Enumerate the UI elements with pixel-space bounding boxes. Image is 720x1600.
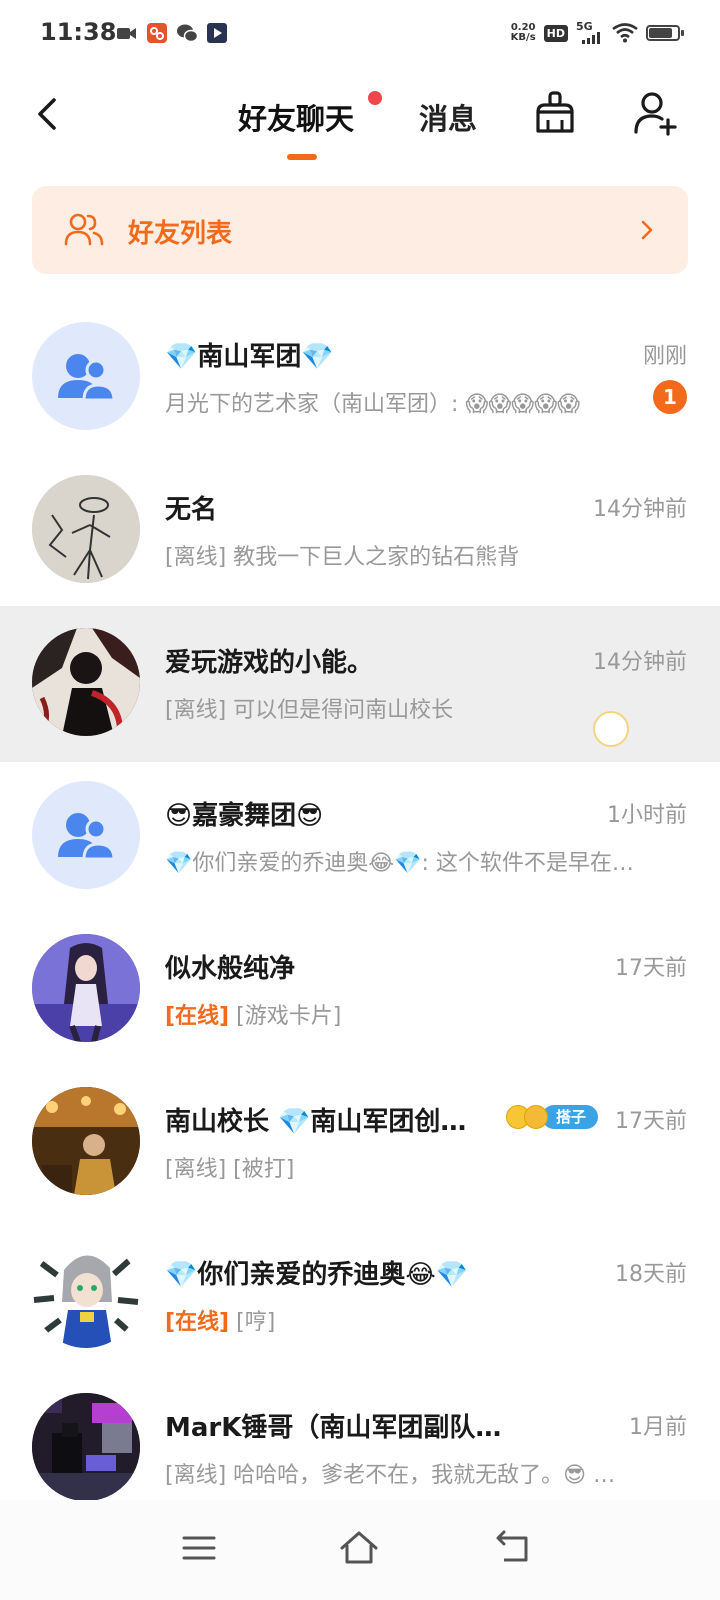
avatar [32,628,140,736]
header: 好友聊天 消息 [0,66,720,176]
preview-text: [被打] [233,1157,295,1182]
chat-row[interactable]: 爱玩游戏的小能。 14分钟前 [离线] 可以但是得问南山校长 [0,606,720,762]
preview-text: 可以但是得问南山校长 [233,698,454,723]
avatar [32,1240,140,1348]
touch-indicator [593,711,629,747]
chat-name: MarK锤哥（南山军团副队长） [165,1413,525,1443]
dark-art-avatar-image [32,628,140,736]
chat-name: 爱玩游戏的小能。 [165,648,374,678]
avatar [32,475,140,583]
tab-messages[interactable]: 消息 [419,96,477,138]
battery-icon [646,25,684,41]
home-icon[interactable] [339,1528,379,1568]
status-bar: 11:38 0.20 KB/s HD 5G [0,0,720,66]
chat-time: 刚刚 [642,344,687,369]
net-speed-unit: KB/s [510,32,536,43]
status-offline: [离线] [165,545,227,570]
wifi-icon [612,23,638,43]
anime-gray-avatar-image [32,1240,140,1348]
chat-name: 💎你们亲爱的乔迪奥😂💎 [165,1260,469,1290]
back-icon[interactable] [30,94,66,134]
status-offline: [离线] [165,1157,227,1182]
group-avatar [32,781,140,889]
chat-preview: 💎你们亲爱的乔迪奥😂💎: 这个软件不是早在… [165,851,634,876]
chat-time: 17天前 [615,956,687,981]
tab-unread-dot [368,91,382,105]
preview-text: 教我一下巨人之家的钻石熊背 [233,545,520,570]
status-time: 11:38 [40,18,117,46]
friend-list-label: 好友列表 [128,219,233,249]
golden-avatar-image [32,1087,140,1195]
tab-friend-chat[interactable]: 好友聊天 [238,96,354,138]
chat-row[interactable]: 💎南山军团💎 刚刚 月光下的艺术家（南山军团）: 😱😱😱😱😱 1 [0,300,720,456]
preview-text: 哈哈哈，爹老不在，我就无敌了。😎 … [233,1463,616,1488]
friend-list-banner[interactable]: 好友列表 [32,186,688,274]
chat-row[interactable]: 😎嘉豪舞团😎 1小时前 💎你们亲爱的乔迪奥😂💎: 这个软件不是早在… [0,759,720,915]
avatar [32,934,140,1042]
chat-row[interactable]: 无名 14分钟前 [离线] 教我一下巨人之家的钻石熊背 [0,453,720,609]
net-speed: 0.20 KB/s [511,23,536,43]
pixel-avatar-image [32,1393,140,1501]
tag-badge: 搭子 [506,1105,599,1129]
status-offline: [离线] [165,1463,227,1488]
signal-icon: 5G [576,20,604,44]
chat-name: 南山校长 💎南山军团创… [165,1107,467,1137]
status-online: [在线] [165,1310,230,1335]
chat-name: 😎嘉豪舞团😎 [165,801,324,831]
avatar [32,1087,140,1195]
chat-time: 1小时前 [607,803,687,828]
chat-time: 14分钟前 [593,497,687,522]
chat-preview: [离线] 可以但是得问南山校长 [165,692,453,724]
status-right: 0.20 KB/s HD 5G [511,18,684,48]
chat-preview: [离线] [被打] [165,1151,294,1183]
friends-icon [64,213,104,246]
chat-preview: [在线] [哼] [165,1304,275,1336]
media-icon [207,23,227,43]
chat-preview: [离线] 教我一下巨人之家的钻石熊背 [165,539,519,571]
clean-icon[interactable] [533,90,577,136]
back-nav-icon[interactable] [494,1528,534,1568]
chat-row[interactable]: 似水般纯净 17天前 [在线] [游戏卡片] [0,912,720,1068]
chat-preview: [离线] 哈哈哈，爹老不在，我就无敌了。😎 … [165,1457,615,1489]
unread-badge: 1 [653,380,687,414]
chat-name: 无名 [165,495,218,525]
status-offline: [离线] [165,698,227,723]
wechat-icon [177,24,198,43]
system-nav-bar [0,1500,720,1600]
chat-preview: 月光下的艺术家（南山军团）: 😱😱😱😱😱 [165,392,581,417]
sketch-avatar-image [32,475,140,583]
tag-label: 搭子 [542,1105,599,1129]
group-avatar [32,322,140,430]
preview-text: [游戏卡片] [236,1004,342,1029]
chat-row[interactable]: 💎你们亲爱的乔迪奥😂💎 18天前 [在线] [哼] [0,1218,720,1374]
tab-active-indicator [287,154,317,160]
chat-time: 1月前 [629,1415,687,1440]
anime-purple-avatar-image [32,934,140,1042]
add-friend-icon[interactable] [632,90,678,136]
chat-time: 17天前 [615,1109,687,1134]
preview-text: [哼] [236,1310,276,1335]
group-icon [58,354,116,402]
battery-fill [649,28,672,38]
chat-time: 14分钟前 [593,650,687,675]
avatar [32,1393,140,1501]
chat-preview: [在线] [游戏卡片] [165,998,341,1030]
chevron-right-icon [641,220,653,240]
app-icon [147,23,167,43]
wink-emoji-icon [524,1105,548,1129]
chat-name: 💎南山军团💎 [165,342,334,372]
video-icon [117,28,136,39]
hd-badge: HD [543,24,568,42]
group-icon [58,813,116,861]
chat-row[interactable]: 南山校长 💎南山军团创… 搭子 17天前 [离线] [被打] [0,1065,720,1221]
chat-name: 似水般纯净 [165,954,296,984]
status-online: [在线] [165,1004,230,1029]
chat-time: 18天前 [615,1262,687,1287]
menu-icon[interactable] [180,1528,220,1568]
